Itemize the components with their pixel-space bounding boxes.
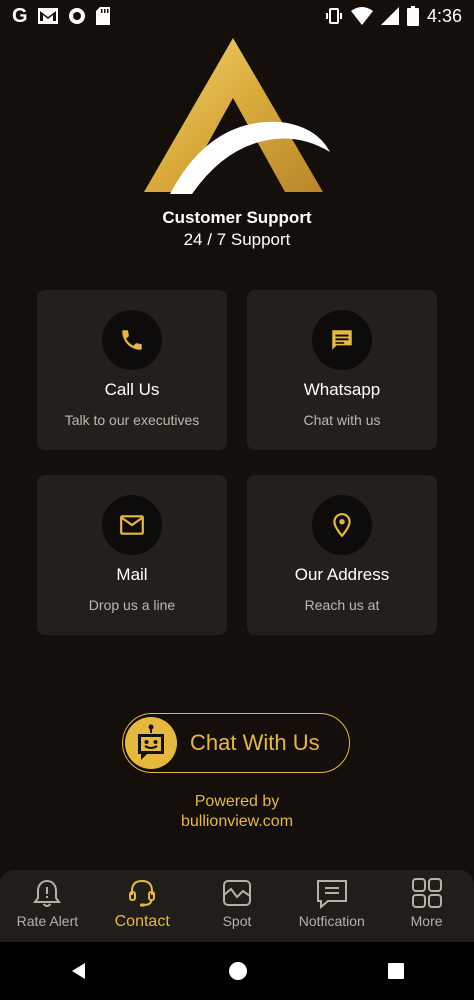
card-title: Call Us [104, 380, 160, 399]
location-pin-icon [312, 495, 372, 555]
nav-spot[interactable]: Spot [190, 870, 285, 942]
card-subtitle: Reach us at [304, 597, 380, 613]
nav-label: Rate Alert [16, 913, 79, 929]
nav-rate-alert[interactable]: Rate Alert [0, 870, 95, 942]
headset-icon [129, 879, 156, 907]
nav-label: Spot [222, 913, 252, 929]
card-subtitle: Chat with us [303, 412, 381, 428]
nav-contact[interactable]: Contact [95, 870, 190, 942]
card-subtitle: Talk to our executives [64, 412, 200, 428]
mail-icon [102, 495, 162, 555]
nav-label: Contact [114, 913, 170, 930]
nav-label: More [410, 913, 443, 929]
chat-message-icon [312, 310, 372, 370]
chat-with-us-button[interactable]: Chat With Us [122, 713, 350, 773]
status-time: 4:36 [426, 5, 462, 26]
record-icon [68, 8, 85, 24]
call-us-card[interactable]: Call Us Talk to our executives [37, 290, 227, 450]
address-card[interactable]: Our Address Reach us at [247, 475, 437, 635]
bottom-nav: Rate Alert Contact Spot Notfication More [0, 870, 474, 942]
bell-alert-icon [33, 879, 62, 907]
powered-by-link[interactable]: bullionview.com [0, 812, 474, 832]
mail-card[interactable]: Mail Drop us a line [37, 475, 227, 635]
wifi-icon [350, 7, 373, 25]
whatsapp-card[interactable]: Whatsapp Chat with us [247, 290, 437, 450]
signal-icon [380, 7, 399, 25]
system-nav-bar [0, 942, 474, 1000]
battery-icon [406, 6, 419, 26]
card-title: Our Address [294, 565, 390, 584]
recents-icon[interactable] [387, 962, 405, 980]
card-title: Whatsapp [303, 380, 381, 399]
gmail-icon [37, 8, 58, 24]
support-title: Customer Support [162, 208, 312, 227]
card-title: Mail [116, 565, 148, 584]
notification-message-icon [316, 880, 347, 909]
robot-icon [125, 717, 177, 769]
nav-label: Notfication [298, 913, 365, 929]
status-bar: G 4:36 [0, 0, 474, 32]
home-icon[interactable] [228, 961, 248, 981]
nav-notification[interactable]: Notfication [284, 870, 379, 942]
support-subtitle: 24 / 7 Support [183, 230, 291, 249]
google-icon: G [12, 4, 28, 27]
spot-chart-icon [222, 880, 251, 906]
chat-with-us-label: Chat With Us [190, 730, 320, 755]
grid-more-icon [411, 878, 442, 908]
sd-card-icon [95, 7, 110, 25]
vibrate-icon [325, 8, 342, 24]
brand-logo [144, 38, 330, 194]
card-subtitle: Drop us a line [88, 597, 176, 613]
powered-by: Powered by bullionview.com [0, 792, 474, 832]
back-icon[interactable] [69, 961, 89, 981]
phone-icon [102, 310, 162, 370]
nav-more[interactable]: More [379, 870, 474, 942]
powered-by-label: Powered by [194, 793, 280, 810]
